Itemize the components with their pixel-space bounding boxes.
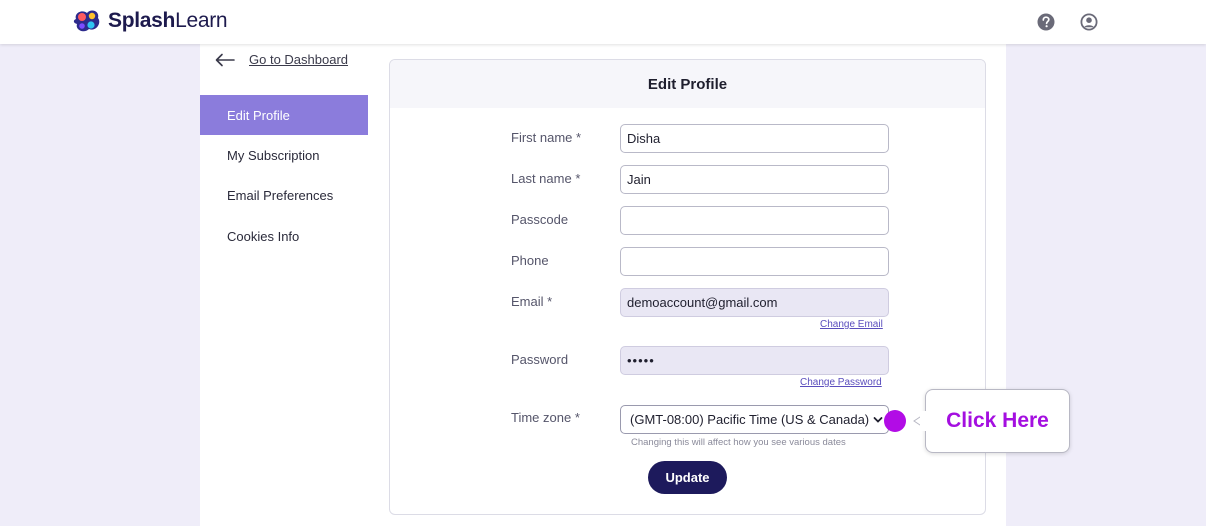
account-icon[interactable] — [1080, 13, 1098, 31]
password-label: Password — [511, 352, 569, 367]
arrow-left-icon — [215, 53, 235, 66]
sidebar-item-label: My Subscription — [227, 147, 320, 163]
splashlearn-logo[interactable]: SplashLearn — [72, 5, 228, 37]
email-label: Email * — [511, 294, 553, 309]
timezone-label: Time zone * — [511, 410, 580, 425]
sidebar-item-label: Email Preferences — [227, 187, 334, 203]
last-name-input[interactable]: Jain — [620, 165, 889, 194]
phone-input[interactable] — [620, 247, 889, 276]
first-name-input[interactable]: Disha — [620, 124, 889, 153]
last-name-label: Last name * — [511, 171, 581, 186]
password-input: ••••• — [620, 346, 889, 375]
brand-name: SplashLearn — [108, 9, 228, 32]
callout-pointer-cover — [920, 411, 928, 431]
change-password-link[interactable]: Change Password — [800, 377, 882, 388]
sidebar-item-email-preferences[interactable]: Email Preferences — [200, 175, 368, 215]
update-button[interactable]: Update — [648, 461, 727, 494]
timezone-value: (GMT-08:00) Pacific Time (US & Canada) — [630, 412, 870, 427]
help-icon[interactable] — [1037, 13, 1055, 31]
first-name-label: First name * — [511, 130, 582, 145]
passcode-input[interactable] — [620, 206, 889, 235]
highlight-dot[interactable] — [884, 410, 906, 432]
logo-mark-icon — [73, 10, 100, 32]
go-to-dashboard-link[interactable]: Go to Dashboard — [215, 52, 348, 67]
click-here-callout[interactable]: Click Here — [925, 389, 1070, 453]
sidebar-item-my-subscription[interactable]: My Subscription — [200, 135, 368, 175]
change-email-link[interactable]: Change Email — [820, 319, 883, 330]
phone-label: Phone — [511, 253, 549, 268]
go-to-dashboard-label: Go to Dashboard — [249, 52, 349, 67]
sidebar-item-label: Edit Profile — [227, 107, 290, 123]
card-title: Edit Profile — [390, 60, 985, 108]
timezone-select[interactable]: (GMT-08:00) Pacific Time (US & Canada) — [620, 405, 889, 434]
top-bar: SplashLearn — [0, 0, 1206, 44]
chevron-down-icon — [872, 414, 884, 426]
email-input: demoaccount@gmail.com — [620, 288, 889, 317]
sidebar-item-edit-profile[interactable]: Edit Profile — [200, 95, 368, 135]
sidebar-item-label: Cookies Info — [227, 228, 300, 244]
sidebar-item-cookies-info[interactable]: Cookies Info — [200, 216, 368, 256]
timezone-hint: Changing this will affect how you see va… — [631, 437, 846, 448]
passcode-label: Passcode — [511, 212, 569, 227]
